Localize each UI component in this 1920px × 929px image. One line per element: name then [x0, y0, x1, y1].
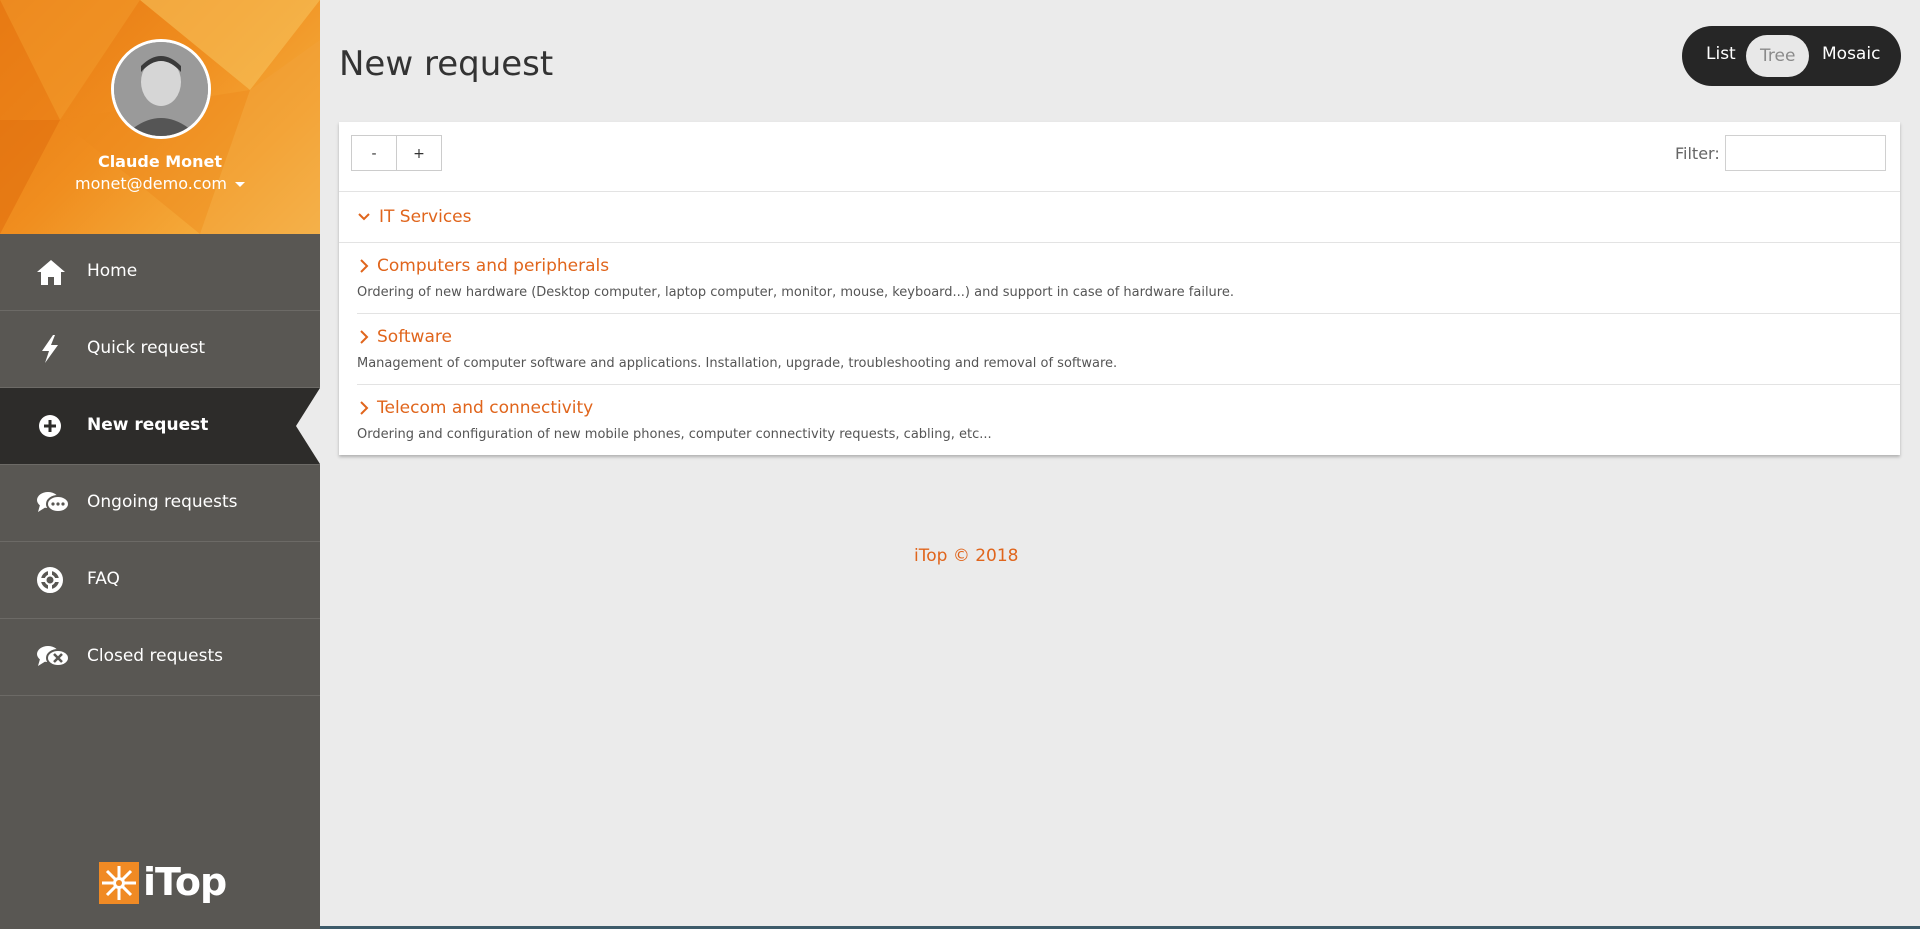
- view-option-mosaic[interactable]: Mosaic: [1822, 44, 1880, 64]
- chat-closed-icon: [36, 643, 70, 671]
- avatar[interactable]: [111, 39, 211, 139]
- logo-icon: [99, 862, 139, 904]
- sidebar-item-label: Closed requests: [87, 646, 223, 666]
- sidebar-item-label: Quick request: [87, 338, 206, 358]
- sidebar-item-label: FAQ: [87, 569, 120, 589]
- filter-label: Filter:: [1675, 144, 1720, 163]
- sidebar-item-closed-requests[interactable]: Closed requests: [0, 619, 320, 696]
- plus-circle-icon: [36, 412, 66, 440]
- tree-item[interactable]: Computers and peripherals Ordering of ne…: [357, 243, 1900, 314]
- tree-node-it-services[interactable]: IT Services: [339, 192, 1900, 243]
- tree-item[interactable]: Software Management of computer software…: [357, 314, 1900, 385]
- filter-input[interactable]: [1725, 135, 1886, 171]
- chat-bubbles-icon: [36, 489, 70, 517]
- sidebar-item-label: Ongoing requests: [87, 492, 238, 512]
- chevron-right-icon[interactable]: [357, 400, 371, 420]
- caret-down-icon[interactable]: [234, 182, 245, 187]
- user-email[interactable]: monet@demo.com: [75, 174, 227, 193]
- footer-copyright: iTop © 2018: [914, 546, 1019, 566]
- tree-item-description: Ordering and configuration of new mobile…: [357, 427, 992, 442]
- view-option-list[interactable]: List: [1706, 44, 1736, 64]
- services-panel: - + Filter: IT Services Computers and pe…: [339, 122, 1900, 455]
- tree-item-title[interactable]: Telecom and connectivity: [377, 398, 593, 418]
- sidebar-item-faq[interactable]: FAQ: [0, 542, 320, 619]
- sidebar-item-home[interactable]: Home: [0, 234, 320, 311]
- sidebar-item-quick-request[interactable]: Quick request: [0, 311, 320, 388]
- user-email-menu[interactable]: monet@demo.com: [0, 174, 320, 193]
- collapse-all-button[interactable]: -: [351, 135, 397, 171]
- sidebar-item-label: Home: [87, 261, 138, 281]
- sidebar-item-ongoing-requests[interactable]: Ongoing requests: [0, 465, 320, 542]
- sidebar-nav: Home Quick request New request Ongoing r…: [0, 234, 320, 696]
- tree-item-description: Management of computer software and appl…: [357, 356, 1118, 371]
- user-panel: Claude Monet monet@demo.com: [0, 0, 320, 234]
- view-option-tree[interactable]: Tree: [1746, 35, 1810, 77]
- sidebar-item-label: New request: [87, 415, 209, 435]
- user-name: Claude Monet: [97, 152, 223, 171]
- chevron-right-icon[interactable]: [357, 258, 371, 278]
- view-switch: List Tree Mosaic: [1682, 26, 1901, 86]
- tree-item-title[interactable]: Software: [377, 327, 452, 347]
- page-title: New request: [339, 44, 554, 84]
- brand-name: iTop: [143, 860, 227, 904]
- tree-item-description: Ordering of new hardware (Desktop comput…: [357, 285, 1234, 300]
- home-icon: [36, 258, 66, 286]
- chevron-down-icon[interactable]: [357, 209, 371, 228]
- lifebuoy-icon: [36, 566, 66, 594]
- tree-item-title[interactable]: Computers and peripherals: [377, 256, 609, 276]
- tree-toolbar: - + Filter:: [339, 122, 1900, 192]
- sidebar-item-new-request[interactable]: New request: [0, 388, 320, 465]
- lightning-icon: [36, 335, 66, 363]
- chevron-right-icon[interactable]: [357, 329, 371, 349]
- tree-item[interactable]: Telecom and connectivity Ordering and co…: [357, 385, 1900, 455]
- tree-node-label[interactable]: IT Services: [379, 207, 472, 227]
- expand-all-button[interactable]: +: [396, 135, 442, 171]
- sidebar: Claude Monet monet@demo.com Home Quick r…: [0, 0, 320, 929]
